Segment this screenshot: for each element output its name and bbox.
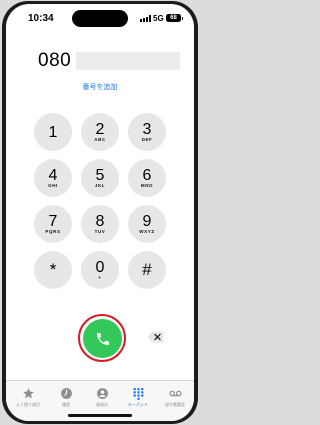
tab-label: よく使う項目 bbox=[16, 402, 40, 407]
key-4[interactable]: 4 GHI bbox=[34, 159, 72, 197]
key-digit: 0 bbox=[95, 258, 105, 276]
key-digit: 4 bbox=[48, 166, 58, 184]
key-pound[interactable]: # bbox=[128, 251, 166, 289]
tab-label: 連絡先 bbox=[96, 402, 108, 407]
key-2[interactable]: 2 ABC bbox=[81, 113, 119, 151]
key-letters: TUV bbox=[94, 228, 106, 234]
key-letters: + bbox=[98, 274, 102, 280]
key-digit: 9 bbox=[142, 212, 152, 230]
key-letters: JKL bbox=[94, 182, 106, 188]
key-0[interactable]: 0 + bbox=[81, 251, 119, 289]
key-digit: 2 bbox=[95, 120, 105, 138]
key-digit: * bbox=[49, 260, 57, 279]
tab-keypad[interactable]: キーパッド bbox=[119, 387, 157, 408]
tab-voicemail[interactable]: 留守番電話 bbox=[156, 387, 194, 408]
key-8[interactable]: 8 TUV bbox=[81, 205, 119, 243]
keypad-icon bbox=[132, 387, 144, 400]
key-letters: ABC bbox=[94, 136, 106, 142]
network-type: 5G bbox=[153, 14, 164, 23]
number-redacted bbox=[76, 52, 181, 70]
status-time: 10:34 bbox=[28, 13, 54, 24]
person-icon bbox=[96, 388, 108, 399]
clock-icon bbox=[60, 388, 72, 399]
key-letters: PQRS bbox=[45, 228, 61, 234]
key-digit: 7 bbox=[48, 212, 58, 230]
tab-favorites[interactable]: よく使う項目 bbox=[9, 387, 47, 408]
dialed-number: 080 bbox=[38, 50, 181, 72]
call-button[interactable] bbox=[83, 319, 122, 358]
tab-label: キーパッド bbox=[128, 402, 148, 407]
number-prefix: 080 bbox=[38, 50, 72, 71]
key-letters: WXYZ bbox=[139, 228, 155, 234]
key-letters: DEF bbox=[141, 136, 153, 142]
tab-label: 留守番電話 bbox=[165, 402, 185, 407]
key-letters: MNO bbox=[140, 182, 154, 188]
tab-label: 履歴 bbox=[62, 402, 70, 407]
dynamic-island bbox=[72, 10, 128, 27]
key-1[interactable]: 1 bbox=[34, 113, 72, 151]
signal-icon bbox=[140, 15, 151, 22]
tab-contacts[interactable]: 連絡先 bbox=[83, 387, 121, 408]
key-digit: 8 bbox=[95, 212, 105, 230]
key-7[interactable]: 7 PQRS bbox=[34, 205, 72, 243]
key-digit: 6 bbox=[142, 166, 152, 184]
delete-button[interactable] bbox=[147, 331, 164, 343]
add-number-link[interactable]: 番号を追加 bbox=[6, 82, 194, 92]
voicemail-icon bbox=[168, 390, 182, 397]
status-bar: 10:34 5G 68 bbox=[6, 4, 194, 34]
key-digit: 5 bbox=[95, 166, 105, 184]
star-icon bbox=[22, 388, 34, 399]
phone-frame: 10:34 5G 68 080 番号を追加 1 2 ABC 3 DEF 4 GHI 5 JKL 6… bbox=[2, 1, 198, 424]
phone-icon bbox=[96, 332, 109, 345]
key-9[interactable]: 9 WXYZ bbox=[128, 205, 166, 243]
key-3[interactable]: 3 DEF bbox=[128, 113, 166, 151]
home-indicator bbox=[68, 414, 132, 417]
battery-icon: 68 bbox=[166, 14, 183, 22]
key-digit: 1 bbox=[48, 123, 58, 141]
key-star[interactable]: * bbox=[34, 251, 72, 289]
key-digit: 3 bbox=[142, 120, 152, 138]
key-letters: GHI bbox=[48, 182, 58, 188]
screen: 10:34 5G 68 080 番号を追加 1 2 ABC 3 DEF 4 GHI 5 JKL 6… bbox=[6, 4, 194, 421]
key-6[interactable]: 6 MNO bbox=[128, 159, 166, 197]
key-digit: # bbox=[142, 260, 152, 279]
tab-recents[interactable]: 履歴 bbox=[47, 387, 85, 408]
key-5[interactable]: 5 JKL bbox=[81, 159, 119, 197]
